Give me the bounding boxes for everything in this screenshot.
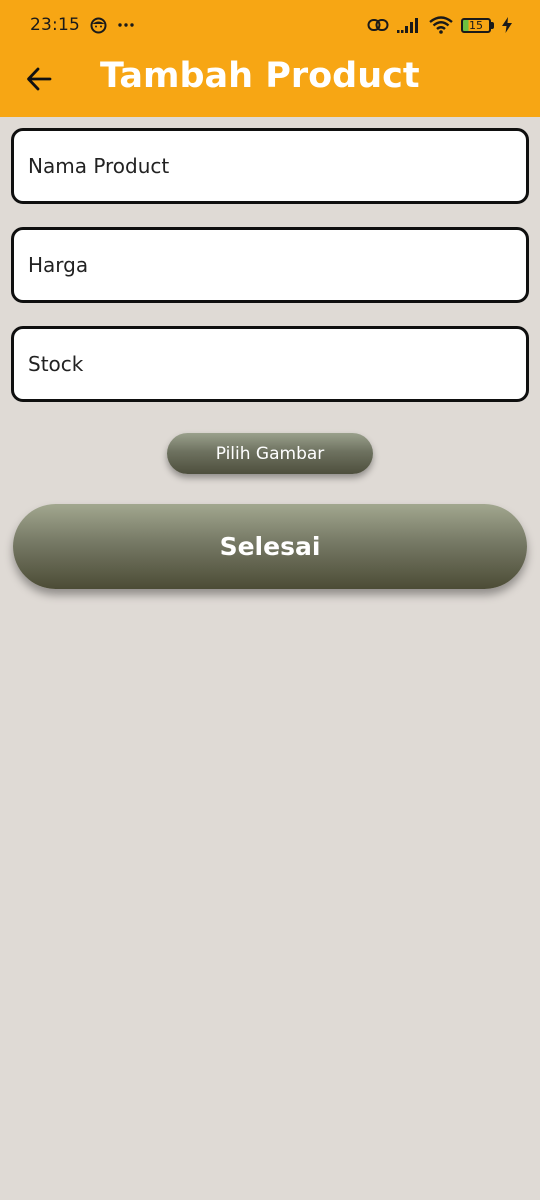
face-icon — [90, 17, 107, 34]
choose-image-button[interactable]: Pilih Gambar — [167, 433, 373, 474]
page-title: Tambah Product — [100, 56, 420, 96]
wifi-icon — [429, 16, 453, 34]
price-input[interactable] — [14, 230, 526, 300]
app-bar: 23:15 15 Tambah Product — [0, 0, 540, 117]
stock-field — [11, 326, 529, 402]
charging-bolt-icon — [502, 17, 512, 33]
finish-button[interactable]: Selesai — [13, 504, 527, 589]
status-time: 23:15 — [30, 15, 80, 35]
link-icon — [367, 18, 389, 32]
product-name-input[interactable] — [14, 131, 526, 201]
price-field — [11, 227, 529, 303]
signal-icon — [397, 17, 421, 33]
more-dots-icon — [117, 22, 135, 28]
toolbar: Tambah Product — [0, 50, 540, 117]
battery-icon: 15 — [461, 17, 494, 33]
battery-level: 15 — [461, 17, 491, 33]
stock-input[interactable] — [14, 329, 526, 399]
product-name-field — [11, 128, 529, 204]
back-button[interactable] — [22, 62, 56, 96]
status-bar: 23:15 15 — [0, 0, 540, 50]
arrow-left-icon — [26, 67, 52, 91]
